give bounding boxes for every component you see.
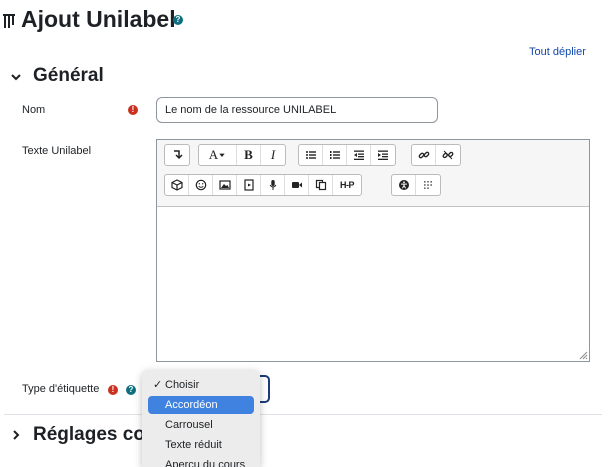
font-color-icon[interactable]: A [199, 145, 237, 165]
question-circle-icon[interactable]: ? [173, 15, 183, 25]
toolbar-group-tools [391, 174, 441, 196]
outdent-icon[interactable] [347, 145, 371, 165]
type-dropdown-menu: ✓ Choisir Accordéon Carrousel Texte rédu… [142, 370, 260, 467]
resize-handle-icon[interactable] [578, 350, 588, 360]
chevron-down-icon[interactable] [10, 71, 22, 83]
cube-icon[interactable] [165, 175, 189, 195]
text-label: Texte Unilabel [22, 145, 92, 157]
exclamation-circle-icon: ! [128, 105, 138, 115]
name-label: Nom [22, 104, 46, 116]
dropdown-option-apercu[interactable]: Aperçu du cours [148, 456, 254, 467]
h5p-icon[interactable]: H-P [333, 175, 361, 195]
toolbar-group-insert: H-P [164, 174, 362, 196]
name-input[interactable] [156, 97, 438, 123]
expand-toolbar-icon[interactable] [165, 145, 189, 165]
indent-icon[interactable] [371, 145, 395, 165]
activity-icon [3, 14, 15, 28]
dropdown-option-choisir[interactable]: ✓ Choisir [148, 376, 254, 394]
accessibility-icon[interactable] [392, 175, 416, 195]
section-general-title[interactable]: Général [33, 65, 104, 87]
microphone-icon[interactable] [261, 175, 285, 195]
dropdown-option-accordeon[interactable]: Accordéon [148, 396, 254, 414]
video-camera-icon[interactable] [285, 175, 309, 195]
numbered-list-icon[interactable] [323, 145, 347, 165]
bold-icon[interactable]: B [237, 145, 261, 165]
media-icon[interactable] [237, 175, 261, 195]
editor-toolbar: A B I H-P [157, 140, 589, 207]
link-icon[interactable] [412, 145, 436, 165]
dropdown-option-texte-reduit[interactable]: Texte réduit [148, 436, 254, 454]
section-settings-title[interactable]: Réglages co [33, 424, 145, 446]
italic-icon[interactable]: I [261, 145, 285, 165]
exclamation-circle-icon: ! [108, 385, 118, 395]
toolbar-group-links [411, 144, 461, 166]
question-circle-icon[interactable]: ? [126, 385, 136, 395]
copy-icon[interactable] [309, 175, 333, 195]
unlink-icon[interactable] [436, 145, 460, 165]
equation-icon[interactable] [416, 175, 440, 195]
expand-all-link[interactable]: Tout déplier [529, 46, 586, 58]
emoji-icon[interactable] [189, 175, 213, 195]
section-divider [4, 414, 602, 415]
page-title: Ajout Unilabel [21, 6, 176, 32]
checkmark-icon: ✓ [153, 379, 163, 391]
type-label: Type d'étiquette [22, 383, 100, 395]
toolbar-group-style: A B I [198, 144, 286, 166]
toolbar-group-lists [298, 144, 396, 166]
image-icon[interactable] [213, 175, 237, 195]
toolbar-group-expand [164, 144, 190, 166]
bullet-list-icon[interactable] [299, 145, 323, 165]
dropdown-option-carrousel[interactable]: Carrousel [148, 416, 254, 434]
chevron-right-icon[interactable] [10, 429, 22, 441]
